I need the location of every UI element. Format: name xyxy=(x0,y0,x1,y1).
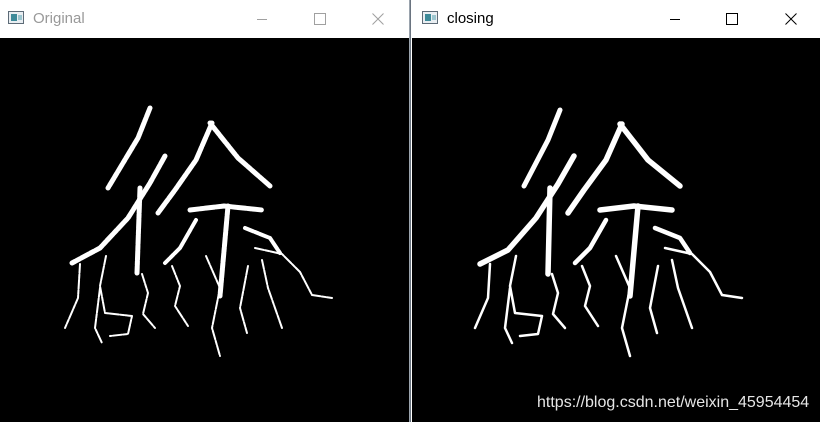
closing-titlebar[interactable]: closing xyxy=(411,0,820,38)
close-button[interactable] xyxy=(363,4,393,34)
image-canvas xyxy=(412,38,820,422)
close-icon xyxy=(372,13,384,25)
original-titlebar[interactable]: Original xyxy=(0,0,409,38)
watermark-text: https://blog.csdn.net/weixin_45954454 xyxy=(537,394,810,411)
glyph-image xyxy=(64,105,333,357)
maximize-button[interactable] xyxy=(305,4,335,34)
window-title: closing xyxy=(447,10,494,27)
maximize-icon xyxy=(314,13,326,25)
minimize-icon xyxy=(257,19,267,20)
window-title: Original xyxy=(33,10,85,27)
minimize-button[interactable] xyxy=(247,4,277,34)
maximize-button[interactable] xyxy=(717,4,747,34)
glyph-image xyxy=(473,107,744,358)
maximize-icon xyxy=(726,13,738,25)
image-canvas xyxy=(0,38,409,422)
minimize-icon xyxy=(670,19,680,20)
minimize-button[interactable] xyxy=(660,4,690,34)
original-window: Original xyxy=(0,0,410,422)
closing-window: closing xyxy=(410,0,820,422)
close-button[interactable] xyxy=(776,4,806,34)
app-icon[interactable] xyxy=(8,11,24,24)
app-icon[interactable] xyxy=(422,11,438,24)
close-icon xyxy=(785,13,797,25)
